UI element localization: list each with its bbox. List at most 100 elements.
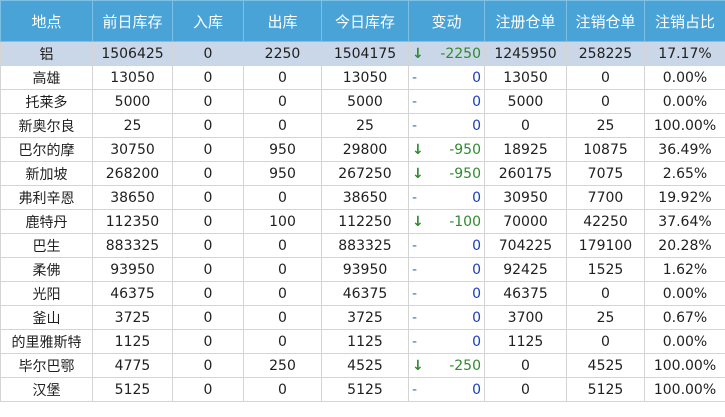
cell-outbound: 0 [243,89,322,114]
cell-registered-warrants: 0 [484,377,567,402]
cell-cancelled-ratio: 2.65% [644,161,725,186]
cell-prev-stock: 46375 [92,281,173,306]
cell-prev-stock: 30750 [92,137,173,162]
change-value: 0 [472,117,481,134]
cell-registered-warrants: 70000 [484,209,567,234]
cell-prev-stock: 883325 [92,233,173,258]
cell-registered-warrants: 0 [484,353,567,378]
cell-registered-warrants: 13050 [484,65,567,90]
cell-prev-stock: 13050 [92,65,173,90]
cell-today-stock: 5000 [321,89,409,114]
cell-cancelled-ratio: 100.00% [644,353,725,378]
cell-change: ↓ -950 [408,161,485,186]
cell-cancelled-ratio: 19.92% [644,185,725,210]
change-value: -950 [449,141,481,158]
cell-inbound: 0 [172,281,244,306]
cell-today-stock: 29800 [321,137,409,162]
cell-change: -0 [408,377,485,402]
cell-today-stock: 46375 [321,281,409,306]
cell-cancelled-warrants: 1525 [566,257,645,282]
cell-registered-warrants: 5000 [484,89,567,114]
cell-location: 新加坡 [0,161,93,186]
table-row: 光阳 46375 0 0 46375-0 46375 0 0.00% [0,281,725,306]
cell-location: 鹿特丹 [0,209,93,234]
cell-cancelled-ratio: 0.67% [644,305,725,330]
cell-outbound: 0 [243,233,322,258]
change-value: 0 [472,381,481,398]
table-row: 鹿特丹 112350 0 100 112250 ↓ -100 70000 42250 37.64% [0,209,725,234]
cell-today-stock: 4525 [321,353,409,378]
down-arrow-icon: ↓ [412,357,424,374]
header-change: 变动 [408,0,485,42]
header-location: 地点 [0,0,93,42]
cell-change: ↓ -2250 [408,41,485,66]
cell-inbound: 0 [172,257,244,282]
change-value: 0 [472,93,481,110]
table-row: 弗利辛恩 38650 0 0 38650-0 30950 7700 19.92% [0,185,725,210]
cell-location: 铝 [0,41,93,66]
cell-change: -0 [408,257,485,282]
flat-dash-icon: - [412,309,418,326]
cell-cancelled-ratio: 1.62% [644,257,725,282]
cell-cancelled-warrants: 10875 [566,137,645,162]
cell-cancelled-warrants: 4525 [566,353,645,378]
cell-today-stock: 112250 [321,209,409,234]
cell-change: -0 [408,65,485,90]
cell-outbound: 0 [243,329,322,354]
down-arrow-icon: ↓ [412,45,424,62]
cell-today-stock: 1125 [321,329,409,354]
cell-prev-stock: 5125 [92,377,173,402]
cell-outbound: 0 [243,281,322,306]
cell-prev-stock: 112350 [92,209,173,234]
cell-registered-warrants: 46375 [484,281,567,306]
cell-registered-warrants: 18925 [484,137,567,162]
cell-location: 釜山 [0,305,93,330]
change-value: 0 [472,333,481,350]
cell-registered-warrants: 1245950 [484,41,567,66]
change-value: -2250 [440,45,481,62]
cell-inbound: 0 [172,353,244,378]
flat-dash-icon: - [412,333,418,350]
flat-dash-icon: - [412,261,418,278]
cell-inbound: 0 [172,209,244,234]
cell-today-stock: 5125 [321,377,409,402]
change-value: 0 [472,285,481,302]
cell-prev-stock: 5000 [92,89,173,114]
header-today-stock: 今日库存 [321,0,409,42]
cell-inbound: 0 [172,137,244,162]
table-row: 新奥尔良 25 0 0 25-0 0 25 100.00% [0,113,725,138]
table-row: 的里雅斯特 1125 0 0 1125-0 1125 0 0.00% [0,329,725,354]
cell-cancelled-warrants: 25 [566,113,645,138]
cell-outbound: 950 [243,137,322,162]
change-value: 0 [472,189,481,206]
cell-outbound: 0 [243,113,322,138]
cell-location: 新奥尔良 [0,113,93,138]
cell-change: ↓ -950 [408,137,485,162]
cell-inbound: 0 [172,89,244,114]
header-outbound: 出库 [243,0,322,42]
cell-change: -0 [408,113,485,138]
cell-cancelled-warrants: 0 [566,329,645,354]
flat-dash-icon: - [412,381,418,398]
cell-cancelled-ratio: 100.00% [644,113,725,138]
cell-change: -0 [408,185,485,210]
table-row: 新加坡 268200 0 950 267250 ↓ -950 260175 7075 2.65% [0,161,725,186]
header-prev-stock: 前日库存 [92,0,173,42]
cell-outbound: 950 [243,161,322,186]
cell-cancelled-warrants: 5125 [566,377,645,402]
cell-inbound: 0 [172,41,244,66]
cell-location: 的里雅斯特 [0,329,93,354]
cell-prev-stock: 268200 [92,161,173,186]
table-row: 汉堡 5125 0 0 5125-0 0 5125 100.00% [0,377,725,402]
down-arrow-icon: ↓ [412,141,424,158]
table-row: 巴生 883325 0 0 883325-0 704225 179100 20.28% [0,233,725,258]
flat-dash-icon: - [412,117,418,134]
cell-prev-stock: 1125 [92,329,173,354]
cell-change: -0 [408,305,485,330]
table-row: 高雄 13050 0 0 13050-0 13050 0 0.00% [0,65,725,90]
cell-today-stock: 3725 [321,305,409,330]
cell-today-stock: 25 [321,113,409,138]
cell-outbound: 2250 [243,41,322,66]
change-value: 0 [472,261,481,278]
change-value: -100 [449,213,481,230]
